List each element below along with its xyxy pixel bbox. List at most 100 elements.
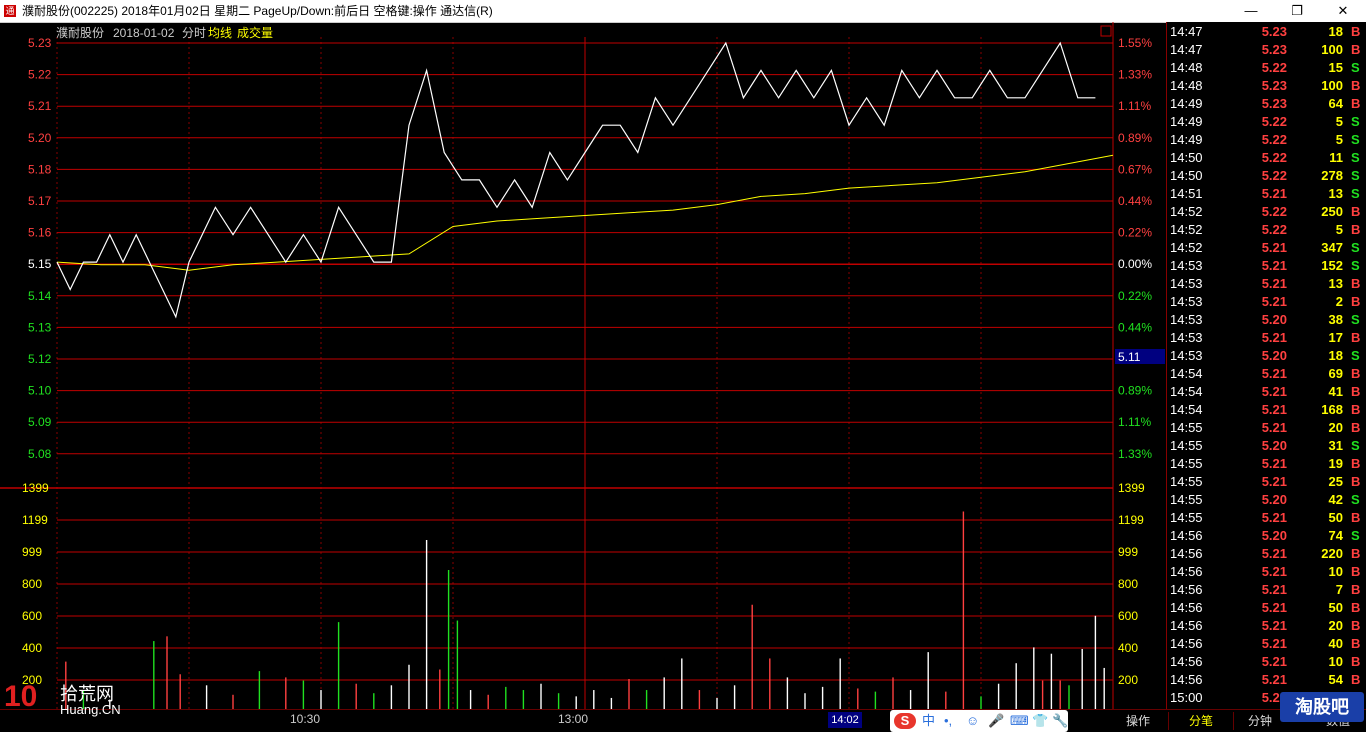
tick-volume: 20 bbox=[1328, 618, 1343, 633]
tick-time: 14:53 bbox=[1170, 348, 1203, 363]
tick-price: 5.21 bbox=[1261, 186, 1287, 201]
tick-price: 5.22 bbox=[1261, 150, 1287, 165]
watermark-en: Huang.CN bbox=[60, 702, 121, 717]
tick-volume: 69 bbox=[1328, 366, 1343, 381]
tick-volume: 18 bbox=[1328, 348, 1343, 363]
tick-row: 14:56 5.21 54 B bbox=[1167, 671, 1366, 689]
tick-volume: 100 bbox=[1321, 78, 1343, 93]
tick-price: 5.22 bbox=[1261, 168, 1287, 183]
volume-tick-label-right: 600 bbox=[1118, 609, 1138, 623]
price-tick-label: 5.18 bbox=[28, 162, 52, 176]
tick-direction: B bbox=[1351, 78, 1361, 93]
tick-direction: B bbox=[1351, 366, 1361, 381]
tick-row: 14:53 5.21 152 S bbox=[1167, 257, 1366, 275]
tick-row: 14:56 5.21 50 B bbox=[1167, 599, 1366, 617]
tick-direction: B bbox=[1351, 420, 1361, 435]
tick-row: 14:54 5.21 69 B bbox=[1167, 365, 1366, 383]
tick-time: 14:54 bbox=[1170, 366, 1203, 381]
tick-time: 14:49 bbox=[1170, 132, 1203, 147]
ime-tool-icon[interactable]: 🔧 bbox=[1052, 713, 1068, 729]
minimize-button[interactable]: — bbox=[1228, 0, 1274, 22]
close-button[interactable]: ✕ bbox=[1320, 0, 1366, 22]
tick-price: 5.21 bbox=[1261, 456, 1287, 471]
tick-price: 5.21 bbox=[1261, 240, 1287, 255]
sogou-logo-icon[interactable]: S bbox=[894, 713, 916, 729]
ime-skin-icon[interactable]: 👕 bbox=[1032, 713, 1048, 729]
tick-volume: 64 bbox=[1328, 96, 1343, 111]
pct-tick-label: 0.89% bbox=[1118, 131, 1152, 145]
ime-toolbar[interactable]: S 中 •, ☺ 🎤 ⌨ 👕 🔧 bbox=[890, 710, 1068, 732]
price-tick-label: 5.13 bbox=[28, 320, 52, 334]
window-title: 濮耐股份(002225) 2018年01月02日 星期二 PageUp/Down… bbox=[22, 4, 493, 18]
tick-row: 14:47 5.23 100 B bbox=[1167, 41, 1366, 59]
ime-mic-icon[interactable]: 🎤 bbox=[988, 713, 1004, 729]
ime-lang-toggle[interactable]: 中 bbox=[922, 713, 935, 729]
tick-price: 5.21 bbox=[1261, 330, 1287, 345]
tick-price: 5.22 bbox=[1261, 60, 1287, 75]
volume-tick-label: 400 bbox=[22, 641, 42, 655]
chart-corner-box-icon[interactable] bbox=[1100, 25, 1112, 37]
tab-caozuo[interactable]: 操作 bbox=[1118, 712, 1158, 730]
tick-direction: S bbox=[1351, 438, 1360, 453]
tick-direction: B bbox=[1351, 384, 1361, 399]
pct-tick-label: 0.44% bbox=[1118, 194, 1152, 208]
tick-time: 14:47 bbox=[1170, 42, 1203, 57]
tick-direction: S bbox=[1351, 132, 1360, 147]
tick-row: 14:47 5.23 18 B bbox=[1167, 23, 1366, 41]
tick-volume: 347 bbox=[1321, 240, 1343, 255]
tick-row: 14:55 5.21 20 B bbox=[1167, 419, 1366, 437]
price-tick-label: 5.09 bbox=[28, 415, 52, 429]
tick-row: 14:49 5.23 64 B bbox=[1167, 95, 1366, 113]
tick-time: 14:53 bbox=[1170, 258, 1203, 273]
hover-price-text: 5.11 bbox=[1118, 350, 1141, 364]
tick-row: 14:56 5.21 7 B bbox=[1167, 581, 1366, 599]
tick-time: 14:54 bbox=[1170, 384, 1203, 399]
chart-area[interactable]: 濮耐股份 2018-01-02 分时 均线 成交量 5.23 5.22 5.21 5.… bbox=[0, 22, 1166, 709]
pct-tick-label: 1.11% bbox=[1118, 415, 1151, 429]
volume-axis-right: 1399 1199 999 800 600 400 200 bbox=[1118, 481, 1145, 687]
tick-row: 14:53 5.20 38 S bbox=[1167, 311, 1366, 329]
tick-direction: B bbox=[1351, 474, 1361, 489]
tick-price: 5.21 bbox=[1261, 654, 1287, 669]
pct-axis-right: 1.55% 1.33% 1.11% 0.89% 0.67% 0.44% 0.22% 0.00%… bbox=[1118, 36, 1152, 461]
tick-time: 14:49 bbox=[1170, 114, 1203, 129]
tick-volume: 5 bbox=[1335, 132, 1343, 147]
tick-volume: 18 bbox=[1328, 24, 1343, 39]
tick-volume: 31 bbox=[1328, 438, 1343, 453]
tick-time: 14:52 bbox=[1170, 240, 1203, 255]
tick-volume: 42 bbox=[1328, 492, 1343, 507]
tick-time: 14:56 bbox=[1170, 672, 1203, 687]
tab-fenbi[interactable]: 分笔 bbox=[1168, 712, 1234, 730]
tick-direction: B bbox=[1351, 600, 1361, 615]
tick-price: 5.21 bbox=[1261, 294, 1287, 309]
tick-time: 14:48 bbox=[1170, 60, 1203, 75]
tick-row: 14:56 5.21 20 B bbox=[1167, 617, 1366, 635]
ime-keyboard-icon[interactable]: ⌨ bbox=[1010, 713, 1029, 729]
tick-row: 14:54 5.21 168 B bbox=[1167, 401, 1366, 419]
tick-direction: B bbox=[1351, 546, 1361, 561]
tab-fenzhong[interactable]: 分钟 bbox=[1240, 712, 1280, 730]
tick-volume: 40 bbox=[1328, 636, 1343, 651]
ime-emoji-icon[interactable]: ☺ bbox=[966, 713, 979, 729]
tick-time: 14:53 bbox=[1170, 330, 1203, 345]
tick-volume: 5 bbox=[1335, 222, 1343, 237]
tick-trade-list[interactable]: 14:47 5.23 18 B 14:47 5.23 100 B 14:48 5.22 15 S 14:… bbox=[1166, 22, 1366, 709]
maximize-button[interactable]: ❐ bbox=[1274, 0, 1320, 22]
tick-time: 14:56 bbox=[1170, 546, 1203, 561]
tick-direction: B bbox=[1351, 402, 1361, 417]
tick-row: 14:55 5.20 42 S bbox=[1167, 491, 1366, 509]
tick-volume: 13 bbox=[1328, 276, 1343, 291]
intraday-chart[interactable]: 濮耐股份 2018-01-02 分时 均线 成交量 5.235.225.215.… bbox=[0, 22, 1166, 709]
pct-tick-label: 1.11% bbox=[1118, 99, 1151, 113]
tick-row: 14:52 5.21 347 S bbox=[1167, 239, 1366, 257]
tick-time: 14:50 bbox=[1170, 150, 1203, 165]
tick-time: 14:50 bbox=[1170, 168, 1203, 183]
tick-time: 14:54 bbox=[1170, 402, 1203, 417]
tick-volume: 11 bbox=[1329, 150, 1343, 165]
tick-volume: 20 bbox=[1328, 420, 1343, 435]
ime-punct-icon[interactable]: •, bbox=[944, 713, 952, 729]
tick-row: 14:53 5.21 17 B bbox=[1167, 329, 1366, 347]
tick-price: 5.21 bbox=[1261, 420, 1287, 435]
tick-volume: 250 bbox=[1321, 204, 1343, 219]
tick-price: 5.23 bbox=[1261, 24, 1287, 39]
